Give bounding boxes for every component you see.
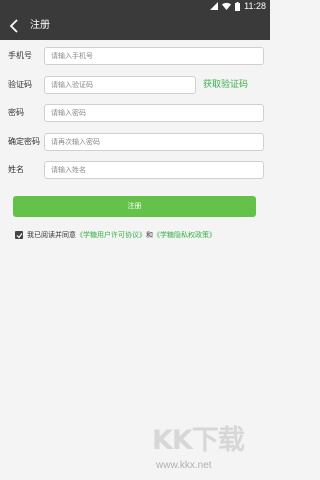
status-icons: 11:28 bbox=[210, 0, 266, 12]
wifi-icon bbox=[222, 2, 232, 10]
agreement-checkbox[interactable] bbox=[15, 231, 23, 239]
status-bar: 11:28 bbox=[0, 0, 270, 12]
back-button[interactable] bbox=[4, 12, 24, 40]
name-row: 姓名 bbox=[0, 157, 270, 183]
checkmark-icon bbox=[16, 232, 22, 238]
password-label: 密码 bbox=[8, 108, 24, 117]
phone-label: 手机号 bbox=[8, 51, 32, 60]
password-input[interactable] bbox=[44, 104, 264, 122]
privacy-policy-link[interactable]: 《学糖隐私权政策》 bbox=[153, 230, 216, 240]
agreement-row: 我已阅读并同意 《学糖用户许可协议》 和 《学糖隐私权政策》 bbox=[15, 229, 216, 241]
name-input[interactable] bbox=[44, 161, 264, 179]
watermark-logo: KK下载 bbox=[152, 425, 245, 456]
battery-icon bbox=[235, 1, 241, 11]
name-label: 姓名 bbox=[8, 165, 24, 174]
agreement-prefix: 我已阅读并同意 bbox=[27, 231, 76, 239]
get-code-button[interactable]: 获取验证码 bbox=[203, 72, 248, 98]
app-bar: 注册 bbox=[0, 12, 270, 40]
confirm-password-label: 确定密码 bbox=[8, 137, 40, 146]
signal-icon bbox=[210, 2, 219, 10]
code-label: 验证码 bbox=[8, 80, 32, 89]
confirm-password-row: 确定密码 bbox=[0, 129, 270, 155]
status-time: 11:28 bbox=[244, 1, 266, 11]
confirm-password-input[interactable] bbox=[44, 133, 264, 151]
phone-input[interactable] bbox=[44, 47, 264, 65]
phone-row: 手机号 bbox=[0, 43, 270, 69]
register-button[interactable]: 注册 bbox=[13, 196, 256, 217]
user-agreement-link[interactable]: 《学糖用户许可协议》 bbox=[76, 230, 146, 240]
code-input[interactable] bbox=[44, 76, 196, 94]
watermark-url: www.kkx.net bbox=[156, 460, 212, 471]
watermark: KK下载 www.kkx.net bbox=[152, 424, 262, 476]
chevron-left-icon bbox=[9, 19, 18, 33]
code-row: 验证码 获取验证码 bbox=[0, 72, 270, 98]
page-title: 注册 bbox=[30, 20, 50, 31]
agreement-conjunction: 和 bbox=[146, 231, 153, 239]
password-row: 密码 bbox=[0, 100, 270, 126]
